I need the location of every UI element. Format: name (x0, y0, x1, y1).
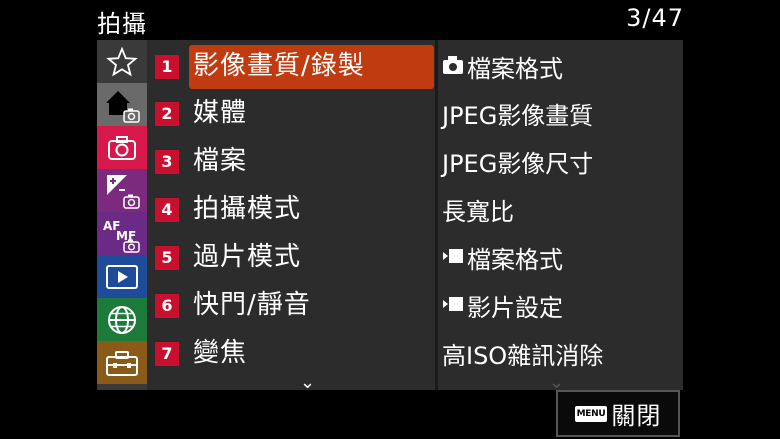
menu-item-label: 拍攝模式 (193, 194, 302, 224)
item-number-badge: 3 (155, 149, 179, 174)
submenu-label: JPEG影像畫質 (442, 102, 594, 130)
globe-icon (106, 304, 138, 336)
tab-shooting[interactable] (97, 126, 147, 169)
menu-key-icon: MENU (574, 405, 608, 422)
submenu-label: 檔案格式 (467, 55, 563, 83)
submenu-label: 高ISO雜訊消除 (442, 342, 604, 370)
menu-item-label: 媒體 (193, 98, 248, 128)
camera-icon (106, 134, 138, 162)
submenu-item[interactable]: 檔案格式 (442, 236, 682, 279)
submenu-label: 影片設定 (467, 294, 563, 322)
menu-item-label: 快門/靜音 (193, 290, 311, 320)
submenu-item[interactable]: JPEG影像畫質 (442, 92, 682, 135)
movie-small-icon (442, 292, 464, 320)
item-number-badge: 1 (155, 54, 179, 79)
item-number-badge: 7 (155, 341, 179, 366)
tab-main-shooting[interactable] (97, 83, 147, 126)
submenu-item[interactable]: 長寬比 (442, 188, 682, 231)
submenu-list: 檔案格式 JPEG影像畫質 JPEG影像尺寸 長寬比 檔案格式 影片設定 高IS… (438, 40, 683, 390)
submenu-label: 長寬比 (442, 198, 514, 226)
play-icon (105, 264, 139, 290)
tab-setup[interactable] (97, 341, 147, 384)
submenu-item[interactable]: 高ISO雜訊消除 (442, 332, 682, 375)
submenu-item[interactable]: JPEG影像尺寸 (442, 140, 682, 183)
menu-item-5[interactable]: 5 過片模式 (155, 236, 435, 279)
close-button[interactable]: MENU 關閉 (556, 390, 680, 437)
tab-focus[interactable]: AF MF (97, 212, 147, 255)
submenu-item[interactable]: 影片設定 (442, 284, 682, 327)
af-mf-camera-icon: AF MF (100, 214, 144, 254)
header-bar: 拍攝 3/47 (0, 0, 780, 40)
movie-small-icon (442, 244, 464, 272)
svg-text:MF: MF (116, 229, 136, 243)
close-label: 關閉 (611, 402, 662, 430)
menu-item-4[interactable]: 4 拍攝模式 (155, 188, 435, 231)
item-number-badge: 5 (155, 245, 179, 270)
menu-item-label: 變焦 (193, 338, 248, 368)
tab-exposure[interactable] (97, 169, 147, 212)
submenu-item[interactable]: 檔案格式 (442, 45, 682, 88)
menu-item-2[interactable]: 2 媒體 (155, 92, 435, 135)
submenu-label: 檔案格式 (467, 246, 563, 274)
page-indicator: 3/47 (626, 4, 684, 32)
submenu-label: JPEG影像尺寸 (442, 150, 594, 178)
item-number-badge: 2 (155, 101, 179, 126)
menu-item-3[interactable]: 3 檔案 (155, 140, 435, 183)
menu-item-label: 影像畫質/錄製 (189, 44, 434, 89)
scroll-down-icon[interactable]: ⌄ (300, 372, 315, 393)
menu-item-label: 過片模式 (193, 242, 302, 272)
item-number-badge: 6 (155, 293, 179, 318)
menu-item-6[interactable]: 6 快門/靜音 (155, 284, 435, 327)
camera-small-icon (442, 53, 464, 81)
page-title: 拍攝 (97, 10, 147, 38)
menu-item-label: 檔案 (193, 146, 248, 176)
category-tabs: AF MF (97, 40, 147, 390)
menu-item-7[interactable]: 7 變焦 (155, 332, 435, 375)
item-number-badge: 4 (155, 197, 179, 222)
menu-item-1[interactable]: 1 影像畫質/錄製 (155, 44, 435, 89)
menu-list: 1 影像畫質/錄製 2 媒體 3 檔案 4 拍攝模式 5 過片模式 6 快門/靜… (147, 40, 436, 390)
star-icon (106, 46, 138, 78)
toolbox-icon (105, 349, 139, 377)
tab-my-menu[interactable] (97, 40, 147, 83)
exposure-camera-icon (102, 171, 142, 211)
tab-playback[interactable] (97, 255, 147, 298)
home-camera-icon (102, 85, 142, 125)
tab-network[interactable] (97, 298, 147, 341)
